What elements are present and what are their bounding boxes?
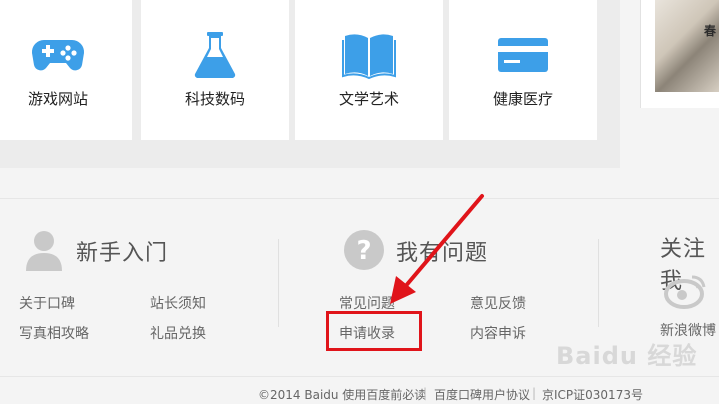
icp-license[interactable]: 京ICP证030173号 — [542, 386, 643, 403]
user-icon — [26, 231, 62, 271]
category-panel: 游戏网站 科技数码 文学艺术 健康医疗 — [0, 0, 620, 168]
copyright-text[interactable]: ©2014 Baidu 使用百度前必读 — [258, 386, 426, 403]
photo-text: 春 — [703, 24, 716, 38]
category-tile-literature[interactable]: 文学艺术 — [295, 0, 443, 140]
book-icon — [342, 34, 396, 80]
separator: | — [532, 386, 537, 400]
svg-text:?: ? — [356, 236, 371, 266]
category-label: 游戏网站 — [27, 90, 88, 108]
card-icon — [498, 38, 548, 72]
flask-icon — [194, 32, 236, 79]
footer-link-about[interactable]: 关于口碑 — [19, 293, 75, 313]
weibo-icon[interactable] — [664, 271, 708, 309]
footer-link-guide[interactable]: 写真相攻略 — [19, 323, 89, 343]
user-agreement-link[interactable]: 百度口碑用户协议 — [434, 386, 530, 403]
category-label: 科技数码 — [184, 90, 245, 108]
divider — [598, 239, 599, 327]
footer-link-webmaster[interactable]: 站长须知 — [150, 293, 206, 313]
category-tile-games[interactable]: 游戏网站 — [0, 0, 132, 140]
section-title-newbie: 新手入门 — [76, 241, 169, 266]
footer-link-appeal[interactable]: 内容申诉 — [470, 323, 526, 343]
gamepad-icon — [31, 39, 85, 71]
separator: | — [423, 386, 428, 400]
category-label: 健康医疗 — [492, 90, 553, 108]
category-label: 文学艺术 — [338, 90, 399, 108]
category-tile-health[interactable]: 健康医疗 — [449, 0, 597, 140]
question-icon: ? — [344, 230, 384, 270]
divider — [278, 239, 279, 327]
featured-photo: 春 — [655, 0, 719, 92]
footer-link-gifts[interactable]: 礼品兑换 — [150, 323, 206, 343]
baidu-jingyan-watermark: Baidu 经验 — [556, 342, 698, 370]
category-tile-tech[interactable]: 科技数码 — [141, 0, 289, 140]
featured-photo-card[interactable]: 春 — [640, 0, 719, 108]
annotation-arrow-icon — [390, 194, 484, 304]
copyright-bar: ©2014 Baidu 使用百度前必读 | 百度口碑用户协议 | 京ICP证03… — [0, 376, 719, 404]
